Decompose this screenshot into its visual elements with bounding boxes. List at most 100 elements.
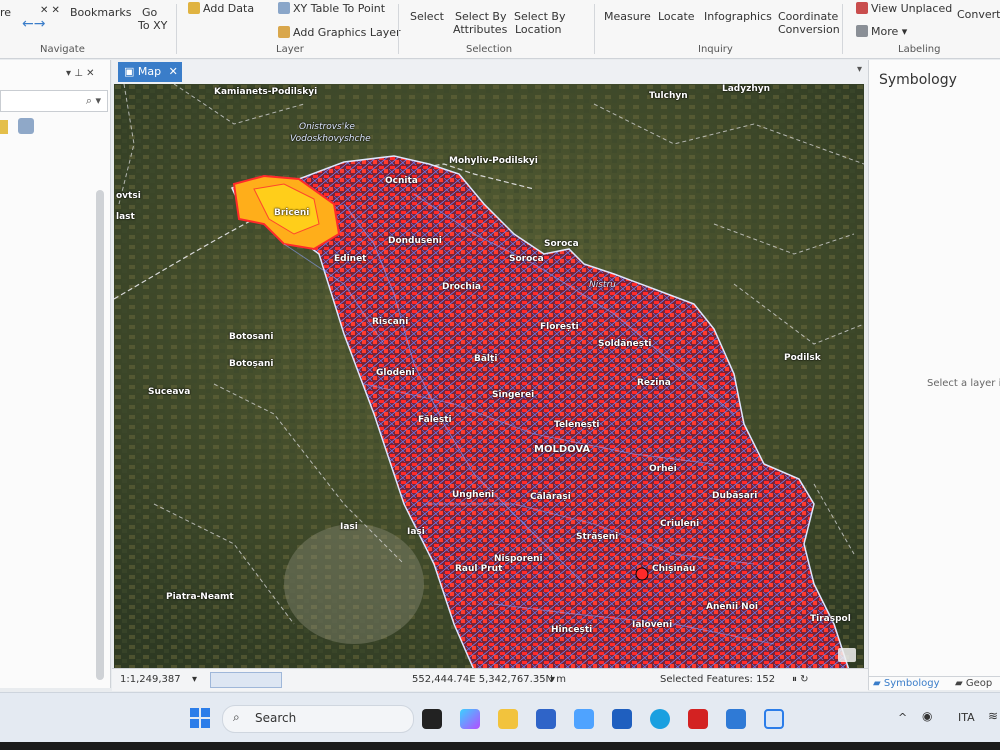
map-view[interactable]: Kamianets-Podilskyi Onistrovs'ke Vodoskh…	[114, 84, 864, 670]
edge-icon[interactable]	[650, 709, 670, 729]
cloud-patch	[284, 524, 424, 644]
wifi-icon[interactable]: ≋	[988, 709, 998, 723]
tab-geoprocessing[interactable]: ▰ Geop	[955, 678, 992, 689]
selected-features-count[interactable]: Selected Features: 152	[660, 674, 775, 685]
back-arrow-icon[interactable]: ←→	[22, 17, 45, 31]
copilot-icon[interactable]	[460, 709, 480, 729]
map-label: Suceava	[148, 387, 191, 397]
search-icon: ⌕	[233, 710, 240, 724]
select-by-attributes-line2[interactable]: Attributes	[453, 23, 507, 36]
go-to-xy-button-line1[interactable]: Go	[142, 6, 157, 19]
map-label: Bălți	[474, 354, 498, 364]
view-unplaced-button[interactable]: View Unplaced	[856, 2, 952, 15]
divider	[398, 4, 399, 54]
divider	[842, 4, 843, 54]
photos-icon[interactable]	[726, 709, 746, 729]
add-graphics-layer-button[interactable]: Add Graphics Layer	[278, 26, 401, 39]
search-input[interactable]: ⌕ ▾	[0, 90, 108, 112]
map-label: Șoldănești	[598, 339, 652, 349]
map-label: Briceni	[274, 208, 310, 218]
chevron-up-icon[interactable]: ^	[898, 711, 907, 724]
divider	[594, 4, 595, 54]
app-icon[interactable]	[574, 709, 594, 729]
go-to-xy-button-line2[interactable]: To XY	[138, 19, 167, 32]
map-label: Tulchyn	[649, 91, 688, 101]
map-label: Edinet	[334, 254, 367, 264]
search-icon: ⌕ ▾	[85, 94, 101, 107]
edit-icon[interactable]	[18, 118, 34, 134]
more-button[interactable]: More ▾	[856, 25, 907, 38]
pane-controls-icons[interactable]: ▾ ⊥ ✕	[66, 68, 94, 79]
map-label: Riscani	[372, 317, 409, 327]
acrobat-icon[interactable]	[688, 709, 708, 729]
layer-icon[interactable]	[0, 120, 8, 134]
symbology-pane: Symbology Select a layer in ▰ Symbology …	[868, 60, 1000, 690]
pane-tabs: ▰ Symbology ▰ Geop	[869, 676, 1000, 691]
map-label: Strășeni	[576, 532, 619, 542]
attribution-icon[interactable]	[838, 648, 856, 662]
search-label: Search	[255, 711, 297, 725]
unplaced-icon	[856, 2, 868, 14]
cut-label: re	[0, 6, 12, 19]
map-label: Onistrovs'ke	[299, 122, 355, 132]
select-by-location-line1[interactable]: Select By	[514, 10, 566, 23]
xy-table-button[interactable]: XY Table To Point	[278, 2, 385, 15]
monitor-bezel	[0, 742, 1000, 750]
scale-dropdown-icon[interactable]: ▾	[192, 674, 197, 685]
selection-group-label: Selection	[466, 44, 513, 55]
bookmarks-button[interactable]: Bookmarks	[70, 6, 131, 19]
arcgis-pro-icon[interactable]	[764, 709, 784, 729]
divider	[176, 4, 177, 54]
add-data-button[interactable]: Add Data	[188, 2, 254, 15]
map-label: Glodeni	[376, 368, 415, 378]
coordinates-readout: 552,444.74E 5,342,767.35N m	[412, 674, 566, 685]
layer-group-label: Layer	[276, 44, 304, 55]
taskbar-search[interactable]: ⌕ Search	[222, 705, 414, 733]
infographics-button[interactable]: Infographics	[704, 10, 772, 23]
map-label: Călărași	[530, 492, 571, 502]
tab-symbology[interactable]: ▰ Symbology	[873, 678, 940, 689]
view-tools-icons[interactable]	[210, 672, 282, 688]
network-icon[interactable]: ◉	[922, 709, 932, 723]
map-label: Drochia	[442, 282, 481, 292]
start-icon[interactable]	[190, 708, 210, 728]
map-label: Chișinău	[652, 564, 696, 574]
select-button[interactable]: Select	[410, 10, 444, 23]
map-label: Ialoveni	[632, 620, 673, 630]
word-icon[interactable]	[612, 709, 632, 729]
measure-button[interactable]: Measure	[604, 10, 651, 23]
tab-map[interactable]: ▣ Map ✕	[118, 62, 182, 82]
map-label: Dubăsari	[712, 491, 758, 501]
scale-selector[interactable]: 1:1,249,387	[120, 674, 181, 685]
labeling-group-label: Labeling	[898, 44, 941, 55]
map-label: ovtsi	[116, 191, 141, 201]
chevron-down-icon[interactable]: ▾	[857, 64, 862, 75]
refresh-icon[interactable]: ⏸ ↻	[792, 674, 809, 685]
coordinate-conversion-line2[interactable]: Conversion	[778, 23, 840, 36]
view-tabbar: ▣ Map ✕ ▾	[112, 60, 868, 84]
language-indicator[interactable]: ITA	[958, 711, 975, 724]
map-label: Soroca	[509, 254, 544, 264]
coordinates-dropdown-icon[interactable]: ▾	[550, 674, 555, 685]
store-icon[interactable]	[536, 709, 556, 729]
add-data-icon	[188, 2, 200, 14]
select-by-location-line2[interactable]: Location	[515, 23, 562, 36]
map-label: Fălești	[418, 415, 452, 425]
map-label: Sîngerei	[492, 390, 535, 400]
convert-button[interactable]: Convert	[957, 8, 1000, 21]
map-label: Criuleni	[660, 519, 700, 529]
file-explorer-icon[interactable]	[498, 709, 518, 729]
widgets-icon[interactable]	[422, 709, 442, 729]
more-icon	[856, 25, 868, 37]
coordinate-conversion-line1[interactable]: Coordinate	[778, 10, 838, 23]
pane-hint: Select a layer in	[927, 378, 1000, 389]
map-label: Botoșani	[229, 359, 274, 369]
scrollbar[interactable]	[96, 190, 104, 680]
locate-button[interactable]: Locate	[658, 10, 695, 23]
close-icon[interactable]: ✕	[169, 65, 178, 78]
map-label: Ungheni	[452, 490, 495, 500]
map-label: Nistru	[589, 280, 616, 290]
pane-title: Symbology	[879, 72, 957, 88]
map-label: Orhei	[649, 464, 677, 474]
select-by-attributes-line1[interactable]: Select By	[455, 10, 507, 23]
